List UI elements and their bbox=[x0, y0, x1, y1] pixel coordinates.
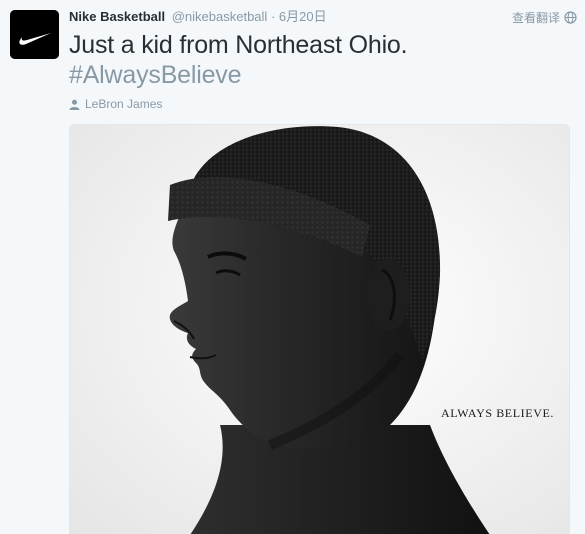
hashtag-link[interactable]: #AlwaysBelieve bbox=[69, 60, 407, 90]
person-icon bbox=[69, 99, 80, 110]
separator-dot: · bbox=[270, 9, 276, 24]
globe-icon bbox=[564, 11, 577, 24]
author-name[interactable]: Nike Basketball bbox=[69, 9, 165, 24]
tweet-timestamp[interactable]: 6月20日 bbox=[279, 9, 327, 24]
tagged-user-name: LeBron James bbox=[85, 97, 163, 111]
author-avatar[interactable] bbox=[10, 10, 59, 59]
nike-swoosh-icon bbox=[10, 10, 59, 59]
photo-overlay-text: ALWAYS BELIEVE. bbox=[441, 406, 554, 420]
tweet-photo[interactable]: ALWAYS BELIEVE. bbox=[69, 124, 570, 534]
photo-portrait-image bbox=[70, 125, 569, 534]
tagged-user[interactable]: LeBron James bbox=[69, 97, 162, 111]
translate-label: 查看翻译 bbox=[511, 11, 560, 25]
author-handle[interactable]: @nikebasketball bbox=[172, 9, 268, 24]
translate-button[interactable]: 查看翻译 bbox=[512, 9, 577, 26]
tweet-text: Just a kid from Northeast Ohio. #AlwaysB… bbox=[69, 30, 408, 90]
tweet[interactable]: Nike Basketball @nikebasketball · 6月20日 … bbox=[0, 0, 585, 534]
tweet-header: Nike Basketball @nikebasketball · 6月20日 bbox=[69, 9, 327, 25]
tweet-text-line: Just a kid from Northeast Ohio. bbox=[69, 31, 408, 59]
